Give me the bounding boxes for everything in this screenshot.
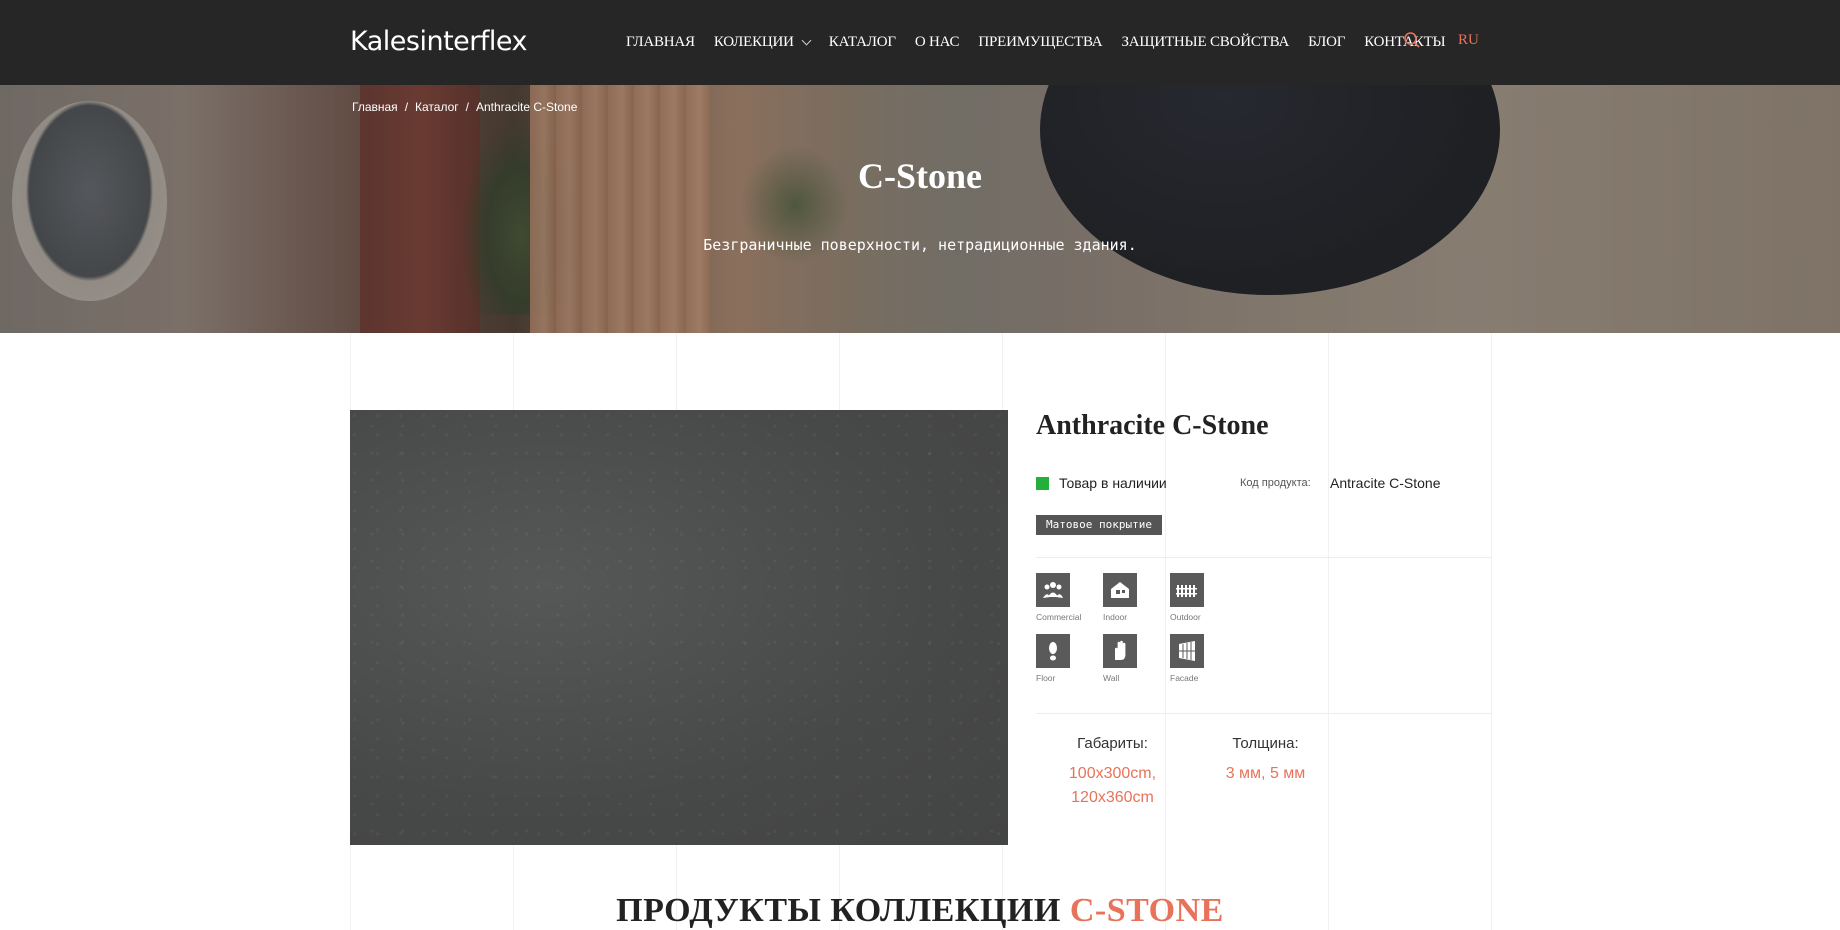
house-icon bbox=[1103, 573, 1137, 607]
fence-icon bbox=[1170, 573, 1204, 607]
nav-item-label: ЗАЩИТНЫЕ СВОЙСТВА bbox=[1121, 34, 1290, 50]
usage-item-floor: Floor bbox=[1036, 634, 1103, 683]
usage-item-facade: Facade bbox=[1170, 634, 1237, 683]
nav-item-catalog[interactable]: КАТАЛОГ bbox=[829, 34, 896, 51]
breadcrumb-catalog[interactable]: Каталог bbox=[415, 100, 459, 114]
usage-item-commercial: Commercial bbox=[1036, 573, 1103, 622]
nav-item-label: О НАС bbox=[914, 34, 960, 50]
stock-label: Товар в наличии bbox=[1059, 475, 1167, 491]
chevron-down-icon bbox=[801, 35, 812, 46]
usage-label: Facade bbox=[1170, 673, 1199, 683]
nav-item-label: ГЛАВНАЯ bbox=[626, 34, 695, 50]
nav-item-label: БЛОГ bbox=[1308, 34, 1346, 50]
nav-item-label: КАТАЛОГ bbox=[828, 34, 896, 50]
nav-item-label: КОЛЕКЦИИ bbox=[713, 34, 794, 50]
nav-item-home[interactable]: ГЛАВНАЯ bbox=[626, 34, 695, 51]
nav-item-collections[interactable]: КОЛЕКЦИИ bbox=[713, 34, 812, 51]
hero-banner bbox=[0, 85, 1840, 333]
divider bbox=[1036, 557, 1492, 558]
in-stock-indicator-icon bbox=[1036, 476, 1049, 490]
product-code-label: Код продукта: bbox=[1240, 477, 1311, 489]
collection-products-heading: ПРОДУКТЫ КОЛЛЕКЦИИ C-STONE bbox=[0, 892, 1840, 930]
product-code-value: Antracite C-Stone bbox=[1330, 475, 1441, 491]
product-title: Anthracite C-Stone bbox=[1036, 410, 1269, 441]
breadcrumb-current: Anthracite C-Stone bbox=[476, 100, 578, 114]
breadcrumb-home[interactable]: Главная bbox=[352, 100, 398, 114]
page-title: C-Stone bbox=[858, 156, 982, 196]
usage-label: Commercial bbox=[1036, 612, 1082, 622]
section-title-main: ПРОДУКТЫ КОЛЛЕКЦИИ bbox=[616, 892, 1070, 929]
facade-icon bbox=[1170, 634, 1204, 668]
spec-label: Габариты: bbox=[1077, 735, 1148, 752]
usage-item-wall: Wall bbox=[1103, 634, 1170, 683]
nav-item-blog[interactable]: БЛОГ bbox=[1308, 34, 1345, 51]
usage-item-indoor: Indoor bbox=[1103, 573, 1170, 622]
divider bbox=[1036, 713, 1492, 714]
spec-thickness: Толщина: 3 мм, 5 мм bbox=[1189, 735, 1342, 810]
usage-icons: Commercial Indoor Outdoor Floor Wall Fac… bbox=[1036, 573, 1237, 683]
usage-label: Floor bbox=[1036, 673, 1056, 683]
people-icon bbox=[1036, 573, 1070, 607]
hand-icon bbox=[1103, 634, 1137, 668]
usage-label: Wall bbox=[1103, 673, 1120, 683]
nav-item-label: ПРЕИМУЩЕСТВА bbox=[978, 34, 1103, 50]
nav-item-about[interactable]: О НАС bbox=[915, 34, 960, 51]
hero-overlay bbox=[0, 85, 1840, 333]
breadcrumb: Главная / Каталог / Anthracite C-Stone bbox=[352, 100, 577, 114]
stock-status: Товар в наличии bbox=[1036, 475, 1167, 491]
footprint-icon bbox=[1036, 634, 1070, 668]
product-specs: Габариты: 100x300cm, 120x360cm Толщина: … bbox=[1036, 735, 1342, 810]
breadcrumb-separator: / bbox=[404, 100, 409, 114]
language-switcher[interactable]: RU bbox=[1458, 32, 1479, 49]
search-icon[interactable] bbox=[1403, 31, 1423, 51]
section-title-accent: C-STONE bbox=[1069, 892, 1224, 929]
finish-badge: Матовое покрытие bbox=[1036, 515, 1162, 535]
site-header: Kalesinterflex ГЛАВНАЯ КОЛЕКЦИИ КАТАЛОГ … bbox=[0, 0, 1840, 85]
spec-label: Толщина: bbox=[1232, 735, 1299, 752]
spec-value: 3 мм, 5 мм bbox=[1225, 765, 1306, 782]
spec-value: 100x300cm, 120x360cm bbox=[1068, 765, 1157, 806]
breadcrumb-separator: / bbox=[465, 100, 469, 114]
site-logo[interactable]: Kalesinterflex bbox=[350, 26, 528, 57]
page-subtitle: Безграничные поверхности, нетрадиционные… bbox=[703, 236, 1137, 254]
product-texture bbox=[350, 410, 1008, 845]
usage-label: Indoor bbox=[1103, 612, 1128, 622]
main-nav: ГЛАВНАЯ КОЛЕКЦИИ КАТАЛОГ О НАС ПРЕИМУЩЕС… bbox=[626, 0, 1464, 85]
spec-dimensions: Габариты: 100x300cm, 120x360cm bbox=[1036, 735, 1189, 810]
usage-item-outdoor: Outdoor bbox=[1170, 573, 1237, 622]
usage-label: Outdoor bbox=[1170, 612, 1201, 622]
product-image[interactable] bbox=[350, 410, 1008, 845]
nav-item-protection[interactable]: ЗАЩИТНЫЕ СВОЙСТВА bbox=[1121, 34, 1289, 51]
nav-item-advantages[interactable]: ПРЕИМУЩЕСТВА bbox=[978, 34, 1102, 51]
